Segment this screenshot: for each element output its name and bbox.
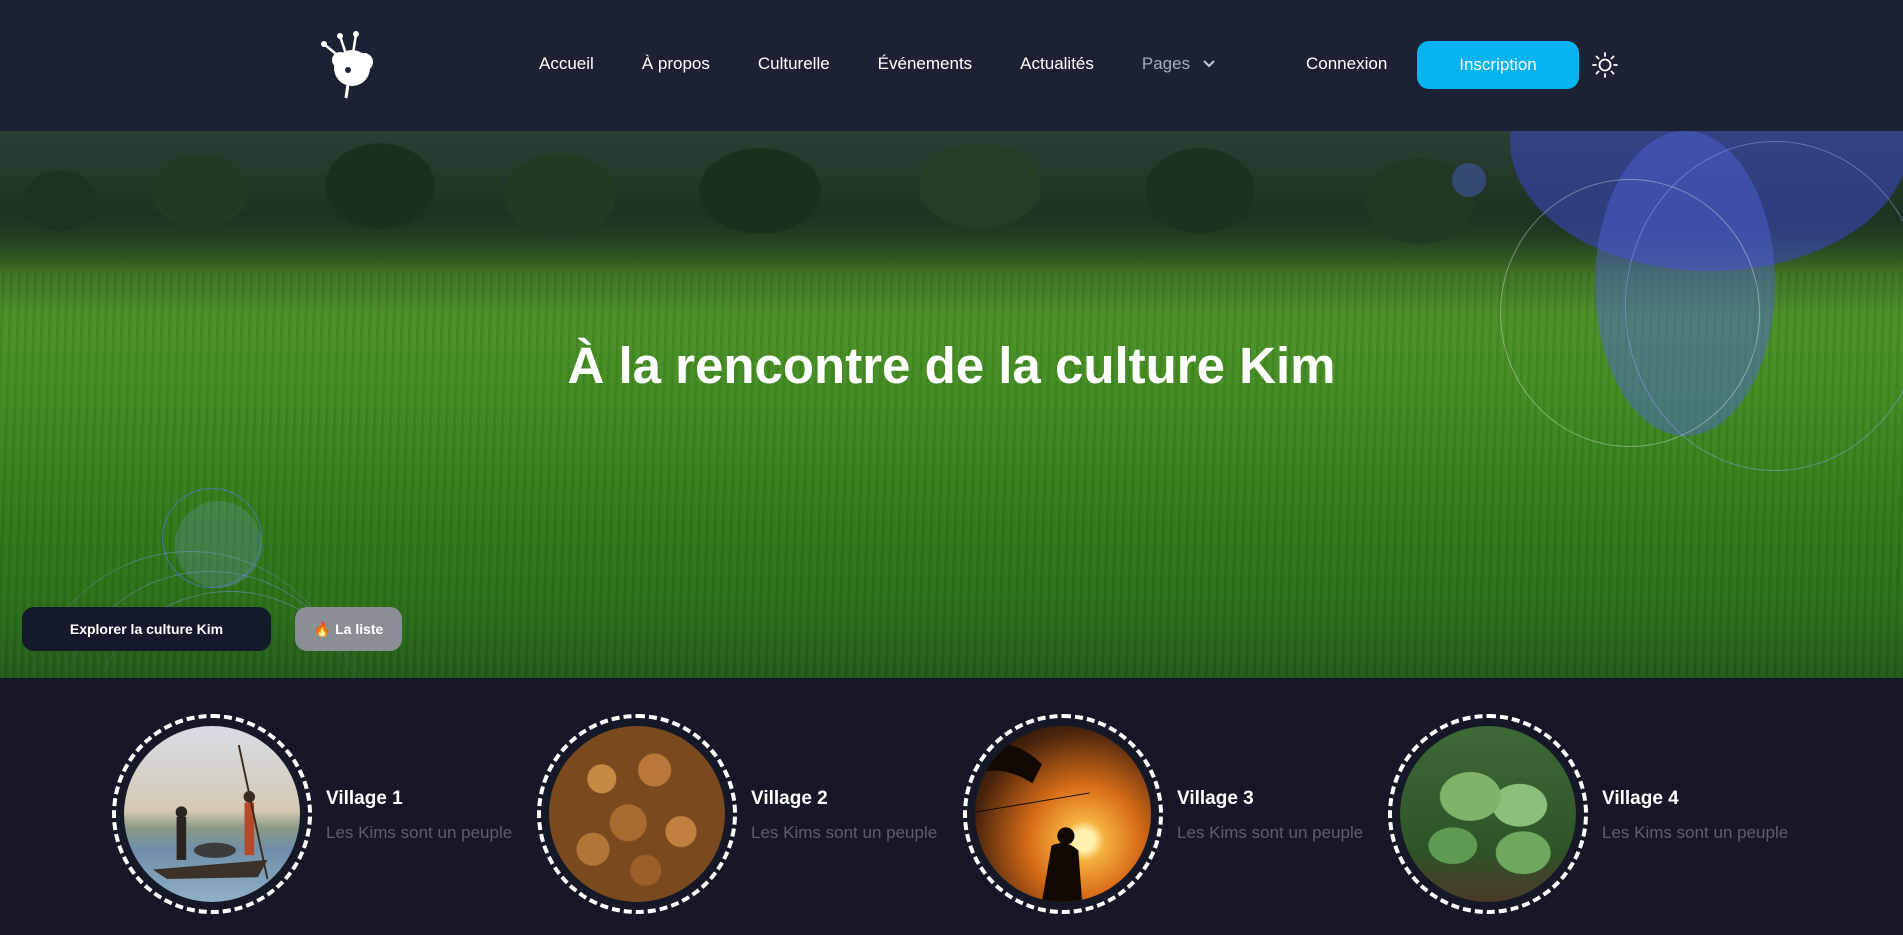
village-description: Les Kims sont un peuple xyxy=(326,823,513,842)
village-description: Les Kims sont un peuple xyxy=(1602,823,1789,842)
village-title: Village 1 xyxy=(326,788,403,809)
village-card-2[interactable]: Village 2 Les Kims sont un peuple xyxy=(537,714,957,914)
fishermen-silhouette xyxy=(975,742,1090,902)
village-title: Village 2 xyxy=(751,788,828,809)
village-card-3[interactable]: Village 3 Les Kims sont un peuple xyxy=(963,714,1383,914)
village-photo-frame xyxy=(112,714,312,914)
village-card-4[interactable]: Village 4 Les Kims sont un peuple xyxy=(1388,714,1808,914)
list-button[interactable]: 🔥 La liste xyxy=(295,607,402,651)
sun-icon[interactable] xyxy=(1591,51,1619,79)
village-photo-frame xyxy=(537,714,737,914)
fire-icon: 🔥 xyxy=(313,620,332,637)
signup-button[interactable]: Inscription xyxy=(1417,41,1579,89)
village-description: Les Kims sont un peuple xyxy=(751,823,938,842)
village-title: Village 4 xyxy=(1602,788,1679,809)
explore-culture-button[interactable]: Explorer la culture Kim xyxy=(22,607,271,651)
canoe-illustration xyxy=(152,744,269,880)
login-link[interactable]: Connexion xyxy=(1306,54,1387,74)
list-button-label: La liste xyxy=(335,621,384,637)
nav-actualites[interactable]: Actualités xyxy=(1020,54,1094,74)
main-nav: Accueil À propos Culturelle Événements A… xyxy=(539,54,1264,74)
nav-accueil[interactable]: Accueil xyxy=(539,54,594,74)
nav-culturelle[interactable]: Culturelle xyxy=(758,54,830,74)
chevron-down-icon xyxy=(1203,60,1215,68)
village-photo-fishermen-sunset xyxy=(975,726,1151,902)
top-navbar: Accueil À propos Culturelle Événements A… xyxy=(0,0,1903,131)
hero-title: À la rencontre de la culture Kim xyxy=(567,337,1336,394)
nav-evenements[interactable]: Événements xyxy=(878,54,973,74)
decorative-dot xyxy=(1452,163,1486,197)
village-photo-tubers xyxy=(549,726,725,902)
nav-a-propos[interactable]: À propos xyxy=(642,54,710,74)
hero-banner xyxy=(0,131,1903,678)
village-card-1[interactable]: Village 1 Les Kims sont un peuple xyxy=(112,714,532,914)
village-description: Les Kims sont un peuple xyxy=(1177,823,1364,842)
village-photo-canoe xyxy=(124,726,300,902)
village-photo-frame xyxy=(1388,714,1588,914)
village-photo-frame xyxy=(963,714,1163,914)
village-photo-taro-plant xyxy=(1400,726,1576,902)
logo-icon[interactable] xyxy=(318,30,382,100)
nav-pages-label: Pages xyxy=(1141,54,1191,73)
village-title: Village 3 xyxy=(1177,788,1254,809)
nav-pages-dropdown[interactable]: Pages xyxy=(1142,54,1216,74)
